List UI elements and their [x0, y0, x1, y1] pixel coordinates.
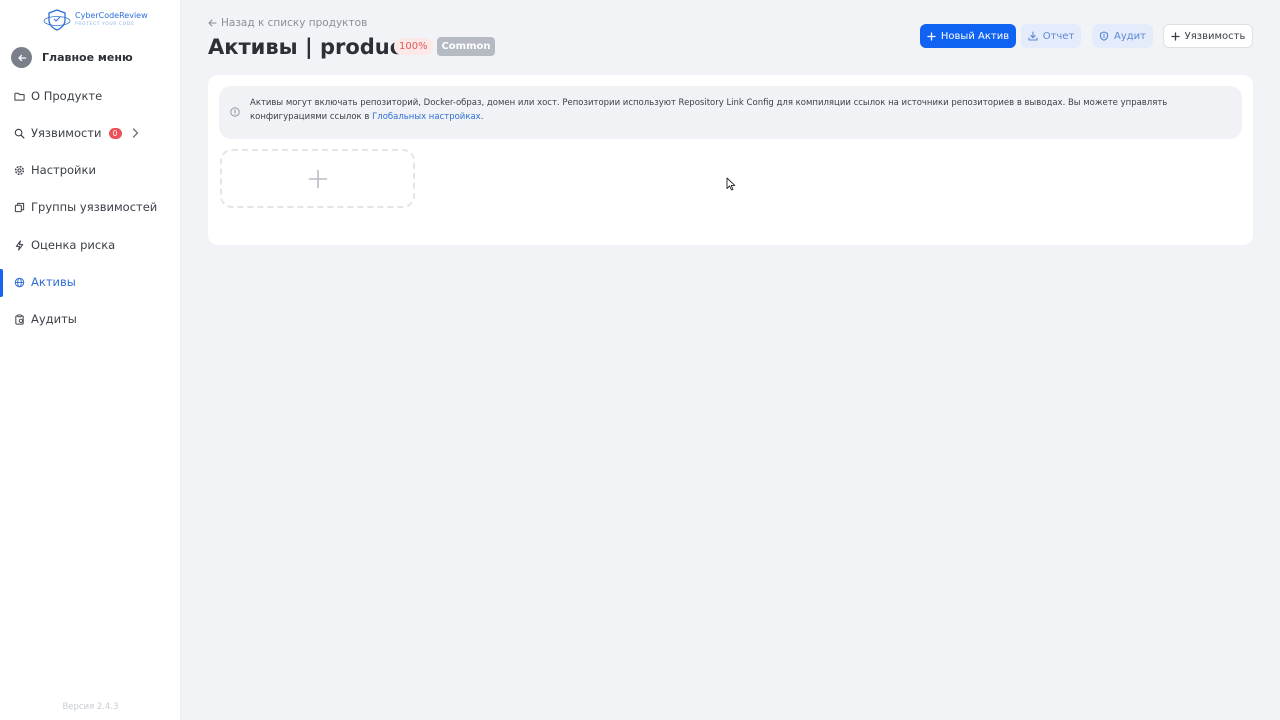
- info-text: Активы могут включать репозиторий, Docke…: [250, 96, 1210, 124]
- sidebar-item-vuln-groups[interactable]: Группы уязвимостей: [0, 192, 181, 222]
- vulnerability-count-badge: 0: [108, 127, 122, 139]
- globe-icon: [13, 276, 25, 288]
- clipboard-icon: [13, 313, 25, 325]
- new-asset-label: Новый Актив: [940, 30, 1010, 42]
- shield-logo-icon: [43, 9, 71, 31]
- back-to-products-link[interactable]: Назад к списку продуктов: [208, 17, 367, 29]
- info-alert: Активы могут включать репозиторий, Docke…: [219, 86, 1242, 139]
- sidebar-item-audits[interactable]: Аудиты: [0, 304, 181, 334]
- sidebar-item-product[interactable]: О Продукте: [0, 81, 181, 111]
- sidebar-item-settings[interactable]: Настройки: [0, 155, 181, 185]
- sidebar-item-label: Аудиты: [31, 312, 77, 326]
- sidebar-item-label: Активы: [31, 275, 76, 289]
- copy-icon: [13, 201, 25, 213]
- audit-button[interactable]: Аудит: [1092, 24, 1153, 48]
- sidebar-item-risk[interactable]: Оценка риска: [0, 230, 181, 260]
- plus-icon: [1170, 31, 1180, 41]
- sidebar-item-label: Группы уязвимостей: [31, 200, 158, 214]
- report-label: Отчет: [1042, 30, 1075, 42]
- score-badge: 100%: [394, 38, 433, 55]
- assets-card: Активы могут включать репозиторий, Docke…: [208, 75, 1253, 245]
- sidebar-item-label: Оценка риска: [31, 238, 116, 252]
- version-label: Версия 2.4.3: [62, 702, 119, 712]
- plus-icon: [927, 31, 936, 41]
- report-button[interactable]: Отчет: [1021, 24, 1081, 48]
- logo-title: CyberCodeReview: [75, 11, 148, 21]
- sidebar-item-label: О Продукте: [31, 89, 103, 103]
- logo[interactable]: CyberCodeReview PROTECT YOUR CODE: [43, 8, 148, 32]
- mouse-cursor-icon: [726, 177, 736, 191]
- sidebar-item-assets[interactable]: Активы: [0, 267, 181, 297]
- plus-icon: [308, 169, 327, 188]
- add-vulnerability-button[interactable]: Уязвимость: [1163, 24, 1253, 48]
- gear-icon: [13, 164, 25, 176]
- info-icon: [230, 107, 240, 117]
- new-asset-button[interactable]: Новый Актив: [920, 24, 1016, 48]
- chevron-right-icon[interactable]: [132, 128, 139, 138]
- folder-icon: [13, 90, 25, 102]
- main-menu-label: Главное меню: [42, 51, 133, 64]
- logo-tagline: PROTECT YOUR CODE: [75, 22, 135, 28]
- audit-label: Аудит: [1114, 30, 1146, 42]
- sidebar: CyberCodeReview PROTECT YOUR CODE Главно…: [0, 0, 181, 720]
- download-icon: [1028, 31, 1038, 41]
- arrow-left-icon: [208, 19, 217, 27]
- add-asset-tile[interactable]: [220, 149, 415, 208]
- shield-icon: [1099, 31, 1109, 41]
- sidebar-item-label: Уязвимости: [31, 126, 102, 140]
- page-title: Активы | product: [208, 35, 413, 59]
- lightning-icon: [13, 239, 25, 251]
- search-icon: [13, 127, 25, 139]
- arrow-left-icon: [11, 47, 32, 68]
- global-settings-link[interactable]: Глобальных настройках: [372, 112, 481, 122]
- back-link-label: Назад к списку продуктов: [221, 17, 368, 29]
- add-vulnerability-label: Уязвимость: [1184, 30, 1246, 42]
- info-suffix: .: [480, 112, 484, 122]
- sidebar-item-vulnerabilities[interactable]: Уязвимости 0: [0, 118, 181, 148]
- main-menu-button[interactable]: Главное меню: [11, 47, 133, 68]
- tier-badge: Common: [437, 37, 495, 56]
- sidebar-item-label: Настройки: [31, 163, 96, 177]
